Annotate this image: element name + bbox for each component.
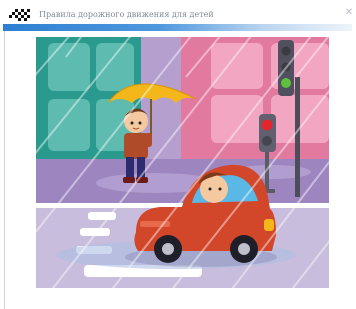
rainy-street-illustration [36, 37, 329, 288]
illustration-canvas [36, 37, 329, 288]
title-accent-bar [3, 24, 352, 31]
window-left-border [4, 31, 5, 309]
app-window: Правила дорожного движения для детей ✕ [0, 0, 356, 309]
window-title: Правила дорожного движения для детей [39, 10, 214, 19]
title-bar: Правила дорожного движения для детей ✕ [0, 0, 356, 24]
checkered-flag-icon [9, 9, 31, 21]
close-icon[interactable]: ✕ [343, 7, 355, 19]
